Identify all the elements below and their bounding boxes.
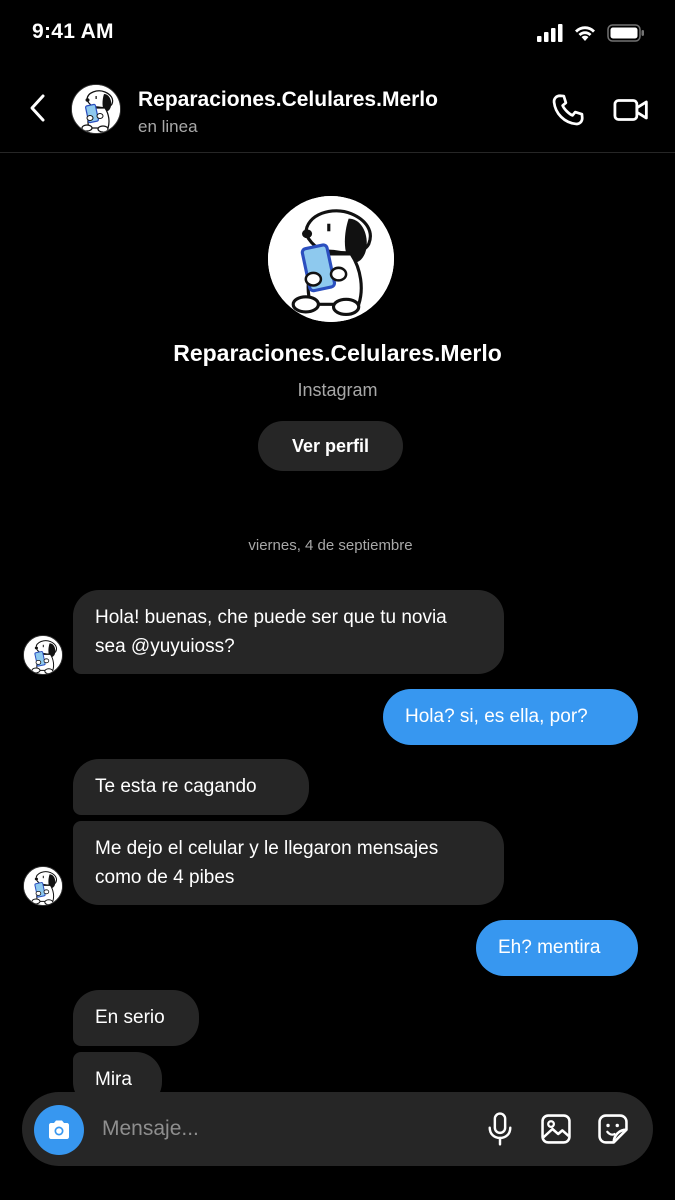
wifi-icon [575,26,595,41]
microphone-icon [488,1112,512,1146]
status-time: 9:41 AM [32,20,114,43]
battery-icon [607,24,644,42]
status-icons [537,24,645,42]
video-camera-icon [613,99,648,121]
profile-name: Reparaciones.Celulares.Merlo [173,340,502,366]
voice-call-button[interactable] [550,92,586,128]
message-input[interactable] [102,1110,462,1148]
header-avatar[interactable] [71,84,121,134]
profile-platform: Instagram [297,380,378,400]
date-separator: viernes, 4 de septiembre [248,537,413,554]
gallery-icon [541,1114,571,1144]
gallery-button[interactable] [539,1112,573,1146]
message-avatar[interactable] [23,635,63,675]
camera-icon [49,1120,69,1139]
contact-name[interactable]: Reparaciones.Celulares.Merlo [138,88,438,112]
message-bubble-incoming[interactable]: Hola! buenas, che puede ser que tu novia… [73,590,504,674]
message-avatar[interactable] [23,866,63,906]
camera-button[interactable] [34,1105,84,1155]
cellular-signal-icon [537,24,563,42]
sticker-button[interactable] [596,1112,630,1146]
video-call-button[interactable] [612,92,650,128]
chat-header: Reparaciones.Celulares.Merlo en linea [0,68,675,153]
sticker-icon [598,1114,628,1144]
phone-icon [552,94,584,126]
view-profile-button[interactable]: Ver perfil [258,421,403,471]
profile-avatar[interactable] [268,196,394,322]
message-bubble-incoming[interactable]: En serio [73,990,199,1046]
message-bubble-incoming[interactable]: Me dejo el celular y le llegaron mensaje… [73,821,504,905]
message-bubble-outgoing[interactable]: Eh? mentira [476,920,638,976]
message-bubble-incoming[interactable]: Te esta re cagando [73,759,309,815]
status-bar: 9:41 AM [0,0,675,68]
back-button[interactable] [22,90,52,126]
back-icon [30,94,45,122]
online-status: en linea [138,117,198,136]
message-composer [22,1092,653,1166]
message-bubble-outgoing[interactable]: Hola? si, es ella, por? [383,689,638,745]
voice-message-button[interactable] [484,1111,516,1147]
